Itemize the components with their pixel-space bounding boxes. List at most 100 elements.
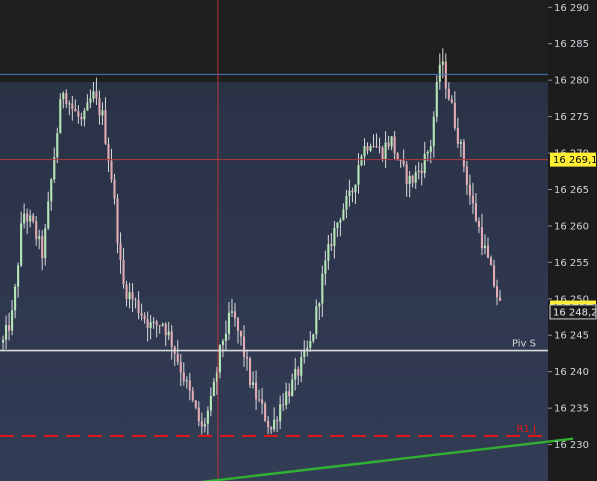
candle-down [113, 179, 116, 199]
price-chart[interactable]: Piv SR1 J 16 29016 28516 28016 27516 270… [0, 0, 597, 481]
candle-down [471, 195, 474, 204]
candle-down [197, 407, 200, 422]
candle-up [62, 93, 65, 100]
candle-up [38, 236, 41, 239]
chart-root: Piv SR1 J 16 29016 28516 28016 27516 270… [0, 0, 597, 481]
candle-down [396, 153, 399, 161]
y-tick-label: 16 235 [554, 404, 589, 415]
candle-down [492, 265, 496, 287]
candle-up [5, 325, 8, 340]
candle-down [387, 142, 390, 147]
price-tag-label: 16 269,1 [553, 155, 597, 166]
candle-up [423, 153, 426, 174]
candle-up [273, 419, 276, 430]
candle-up [23, 213, 26, 224]
candle-up [209, 395, 212, 411]
candle-down [270, 427, 273, 430]
candle-down [200, 421, 203, 427]
candle-up [56, 133, 59, 158]
candle-down [248, 358, 252, 385]
candle-down [453, 102, 456, 129]
candle-down [498, 297, 502, 302]
candle-up [101, 110, 104, 116]
candle-down [170, 331, 173, 347]
candle-up [185, 380, 188, 382]
candle-down [32, 215, 35, 222]
candle-down [411, 175, 414, 183]
candle-down [191, 390, 194, 401]
y-tick-label: 16 290 [554, 3, 589, 14]
candle-up [333, 227, 336, 247]
candle-up [321, 273, 324, 304]
candle-up [441, 61, 444, 65]
candle-down [261, 399, 264, 404]
candle-up [11, 310, 14, 331]
y-tick-label: 16 255 [554, 258, 589, 269]
candle-up [68, 103, 71, 105]
candle-down [176, 353, 179, 362]
candle-down [95, 91, 98, 99]
candle-up [291, 379, 294, 397]
candle-down [477, 220, 481, 228]
candle-down [104, 110, 107, 144]
candle-down [366, 146, 369, 151]
candle-down [146, 319, 149, 328]
candle-up [429, 146, 432, 153]
y-tick-label: 16 240 [554, 367, 589, 378]
candle-down [420, 170, 423, 174]
candle-down [351, 190, 354, 193]
candle-up [212, 381, 215, 396]
candle-up [285, 391, 288, 405]
candle-up [339, 219, 342, 223]
candle-down [495, 286, 499, 298]
candle-up [2, 339, 5, 343]
candle-up [227, 312, 231, 334]
candle-down [447, 88, 450, 100]
candle-down [245, 356, 249, 359]
candle-down [119, 243, 122, 260]
candle-up [459, 141, 462, 144]
candle-up [426, 152, 429, 154]
candle-up [230, 311, 234, 313]
candle-down [402, 160, 405, 165]
candle-down [155, 321, 158, 326]
y-tick-label: 16 265 [554, 185, 589, 196]
candle-up [279, 404, 282, 422]
candle-down [182, 372, 185, 382]
candle-up [167, 331, 170, 336]
candle-down [405, 164, 408, 185]
candle-up [14, 286, 17, 311]
candle-up [327, 243, 330, 261]
candle-down [297, 369, 300, 376]
candle-down [381, 147, 384, 159]
candle-up [161, 323, 164, 326]
candle-down [233, 311, 237, 319]
candle-down [26, 213, 29, 222]
candle-up [86, 102, 89, 111]
candle-up [312, 334, 315, 341]
candle-up [360, 156, 363, 166]
candle-down [140, 313, 143, 316]
candle-down [125, 284, 128, 300]
candle-up [324, 260, 327, 274]
candle-up [318, 303, 321, 307]
candle-down [80, 116, 83, 120]
candle-up [309, 340, 312, 348]
y-tick-label: 16 230 [554, 440, 589, 451]
candle-up [438, 64, 441, 83]
candle-down [465, 166, 468, 185]
candle-down [137, 300, 140, 314]
candle-up [435, 82, 438, 117]
candle-down [41, 236, 44, 259]
candle-down [188, 380, 191, 391]
candle-down [378, 147, 381, 149]
candle-down [474, 203, 477, 221]
candle-up [369, 146, 372, 151]
candle-up [203, 423, 206, 427]
candle-down [71, 103, 74, 110]
candle-down [456, 128, 459, 144]
candle-down [131, 292, 134, 300]
candle-up [390, 136, 393, 147]
candle-up [306, 347, 309, 350]
candle-up [47, 201, 50, 229]
